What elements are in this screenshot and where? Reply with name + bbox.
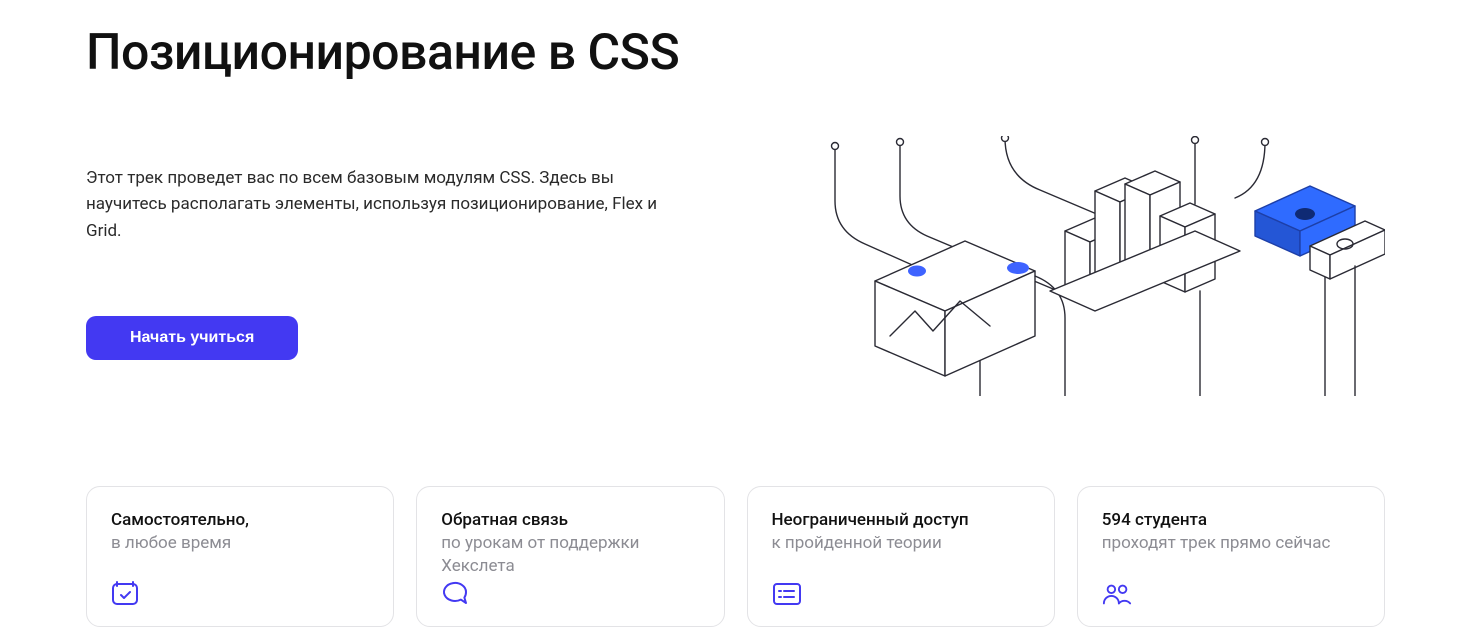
card-title: Самостоятельно, xyxy=(111,509,369,532)
feature-cards-row: Самостоятельно, в любое время Обратная с… xyxy=(86,486,1385,627)
card-subtitle: проходят трек прямо сейчас xyxy=(1102,532,1360,555)
feature-card-self-paced: Самостоятельно, в любое время xyxy=(86,486,394,627)
card-subtitle: в любое время xyxy=(111,532,369,555)
calendar-check-icon xyxy=(111,578,141,606)
chat-icon xyxy=(441,578,471,606)
page-title: Позиционирование в CSS xyxy=(86,26,686,81)
card-title: Обратная связь xyxy=(441,509,699,532)
hero-illustration xyxy=(765,136,1385,396)
feature-card-students: 594 студента проходят трек прямо сейчас xyxy=(1077,486,1385,627)
list-check-icon xyxy=(772,578,802,606)
feature-card-unlimited-access: Неограниченный доступ к пройденной теори… xyxy=(747,486,1055,627)
card-subtitle: к пройденной теории xyxy=(772,532,1030,555)
users-icon xyxy=(1102,578,1132,606)
feature-card-feedback: Обратная связь по урокам от поддержки Хе… xyxy=(416,486,724,627)
card-title: Неограниченный доступ xyxy=(772,509,1030,532)
start-learning-button[interactable]: Начать учиться xyxy=(86,316,298,360)
card-subtitle: по урокам от поддержки Хекслета xyxy=(441,532,699,578)
page-description: Этот трек проведет вас по всем базовым м… xyxy=(86,165,686,244)
card-title: 594 студента xyxy=(1102,509,1360,532)
